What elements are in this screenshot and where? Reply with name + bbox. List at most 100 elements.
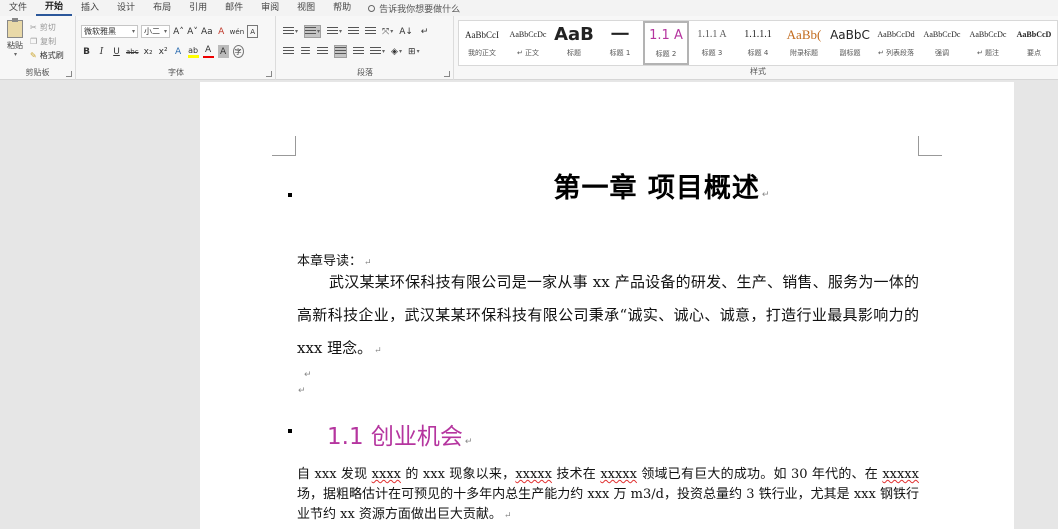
tab-review[interactable]: 审阅 — [252, 0, 288, 16]
strikethrough-button[interactable]: abc — [126, 45, 139, 58]
justify-button[interactable] — [334, 45, 347, 58]
italic-button[interactable]: I — [96, 45, 107, 58]
style-heading-3[interactable]: 1.1.1 A 标题 3 — [689, 21, 735, 65]
section-heading[interactable]: 1.1 创业机会 ↵ — [327, 417, 472, 451]
tab-references[interactable]: 引用 — [180, 0, 216, 16]
style-preview: AaBbCcI — [465, 30, 499, 40]
numbering-button[interactable]: ▾ — [304, 25, 322, 38]
char-shading-button[interactable]: A — [217, 45, 229, 58]
distributed-button[interactable] — [353, 45, 364, 58]
style-preview: 1.1 A — [649, 28, 683, 43]
tab-mailings[interactable]: 邮件 — [216, 0, 252, 16]
shrink-font-button[interactable]: A˅ — [187, 25, 198, 38]
cut-label: 剪切 — [39, 23, 56, 32]
underline-button[interactable]: U — [111, 45, 122, 58]
tab-design[interactable]: 设计 — [108, 0, 144, 16]
opportunity-paragraph[interactable]: 自 xxx 发现 xxxx 的 xxx 现象以来，xxxxx 技术在 xxxxx… — [297, 465, 919, 526]
tell-me-text: 告诉我你想要做什么 — [379, 4, 461, 15]
paint-bucket-icon: ◈ — [391, 46, 398, 57]
tab-layout[interactable]: 布局 — [144, 0, 180, 16]
chapter-title[interactable]: 第一章 项目概述 ↵ — [200, 166, 1014, 205]
clipboard-launcher-icon[interactable] — [66, 71, 72, 77]
align-right-icon — [317, 47, 328, 56]
text-effects-button[interactable]: A — [173, 45, 184, 58]
show-marks-button[interactable]: ↵ — [419, 25, 430, 38]
style-emphasis[interactable]: AaBbCcDc 强调 — [919, 21, 965, 65]
change-case-button[interactable]: Aa — [201, 25, 213, 38]
decrease-indent-button[interactable] — [348, 25, 360, 38]
style-subtitle[interactable]: AaBbC 副标题 — [827, 21, 873, 65]
misspelled-word: xxxxx — [515, 467, 552, 482]
tab-help[interactable]: 帮助 — [324, 0, 360, 16]
text-run: 的 xxx 现象以来， — [401, 467, 516, 482]
multilevel-list-button[interactable]: ▾ — [327, 25, 342, 38]
sort-button[interactable]: A↓ — [399, 25, 413, 38]
style-name: ↵ 正文 — [516, 49, 540, 57]
style-name: 标题 3 — [701, 49, 723, 57]
align-right-button[interactable] — [317, 45, 328, 58]
style-my-body[interactable]: AaBbCcI 我的正文 — [459, 21, 505, 65]
bullets-button[interactable]: ▾ — [283, 25, 298, 38]
style-preview: AaBb( — [786, 27, 822, 42]
text-run: 场，据粗略估计在可预见的十多年内总生产能力约 xxx 万 m3/d，投资总量约 … — [297, 487, 919, 522]
style-name: 要点 — [1027, 49, 1041, 57]
paste-button[interactable]: 粘贴 ▾ — [4, 18, 26, 66]
intro-paragraph[interactable]: 武汉某某环保科技有限公司是一家从事 xx 产品设备的研发、生产、销售、服务为一体… — [297, 266, 919, 368]
char-border-button[interactable]: A — [247, 25, 259, 38]
format-painter-button[interactable]: ✎ 格式刷 — [30, 50, 64, 61]
cut-button[interactable]: ✂ 剪切 — [30, 22, 56, 33]
chinese-layout-button[interactable]: ⤧ ▾ — [382, 25, 393, 38]
increase-indent-button[interactable] — [365, 25, 377, 38]
style-heading-1[interactable]: 一 标题 1 — [597, 21, 643, 65]
style-preview: 1.1.1 A — [697, 29, 727, 40]
tab-file[interactable]: 文件 — [0, 0, 36, 16]
bold-button[interactable]: B — [81, 45, 92, 58]
style-appendix-title[interactable]: AaBb( 附录标题 — [781, 21, 827, 65]
chevron-down-icon: ▾ — [13, 51, 17, 58]
highlight-button[interactable]: ab — [187, 45, 199, 58]
misspelled-word: xxxxx — [600, 467, 637, 482]
style-key-point[interactable]: AaBbCcD 要点 — [1011, 21, 1057, 65]
scissors-icon: ✂ — [30, 23, 37, 32]
style-normal[interactable]: AaBbCcDc ↵ 正文 — [505, 21, 551, 65]
style-name: 我的正文 — [468, 49, 496, 57]
style-caption[interactable]: AaBbCcDc ↵ 题注 — [965, 21, 1011, 65]
tab-home[interactable]: 开始 — [36, 0, 73, 16]
intro-paragraph-text: 武汉某某环保科技有限公司是一家从事 xx 产品设备的研发、生产、销售、服务为一体… — [297, 273, 919, 357]
paragraph-launcher-icon[interactable] — [444, 71, 450, 77]
indent-icon — [365, 27, 377, 36]
font-launcher-icon[interactable] — [266, 71, 272, 77]
style-title[interactable]: AaB 标题 — [551, 21, 597, 65]
grow-font-button[interactable]: A˄ — [173, 25, 184, 38]
font-size-select[interactable]: 小二 ▾ — [141, 25, 170, 38]
copy-button[interactable]: ❐ 复制 — [30, 36, 56, 47]
paragraph-mark: ↵ — [503, 511, 512, 521]
clear-format-button[interactable]: A — [216, 25, 227, 38]
borders-icon: ⊞ — [408, 46, 416, 57]
line-spacing-button[interactable]: ▾ — [370, 45, 385, 58]
style-list-paragraph[interactable]: AaBbCcDd ↵ 列表段落 — [873, 21, 919, 65]
shading-button[interactable]: ◈ ▾ — [391, 45, 402, 58]
empty-paragraph-mark: ↵ — [298, 386, 306, 396]
style-heading-4[interactable]: 1.1.1.1 标题 4 — [735, 21, 781, 65]
borders-button[interactable]: ⊞ ▾ — [408, 45, 420, 58]
paragraph-mark: ↵ — [464, 437, 473, 447]
style-preview: AaB — [554, 24, 594, 45]
align-left-button[interactable] — [283, 45, 294, 58]
paragraph-group-label: 段落 — [357, 68, 373, 77]
document-page[interactable]: 第一章 项目概述 ↵ 本章导读： ↵ 武汉某某环保科技有限公司是一家从事 xx 产品… — [200, 82, 1014, 529]
enclose-char-button[interactable]: 字 — [232, 45, 244, 58]
tell-me-box[interactable]: 告诉我你想要做什么 — [368, 2, 460, 15]
tab-insert[interactable]: 插入 — [72, 0, 108, 16]
superscript-button[interactable]: x² — [158, 45, 169, 58]
font-family-select[interactable]: 微软雅黑 ▾ — [81, 25, 138, 38]
text-run: 技术在 — [551, 467, 601, 482]
phonetic-guide-button[interactable]: wén — [230, 25, 244, 38]
subscript-button[interactable]: x₂ — [143, 45, 154, 58]
style-heading-2[interactable]: 1.1 A 标题 2 — [643, 21, 689, 65]
outdent-icon — [348, 27, 360, 36]
clipboard-group-label: 剪贴板 — [25, 68, 50, 77]
align-center-button[interactable] — [300, 45, 311, 58]
tab-view[interactable]: 视图 — [288, 0, 324, 16]
font-color-button[interactable]: A — [202, 45, 214, 58]
